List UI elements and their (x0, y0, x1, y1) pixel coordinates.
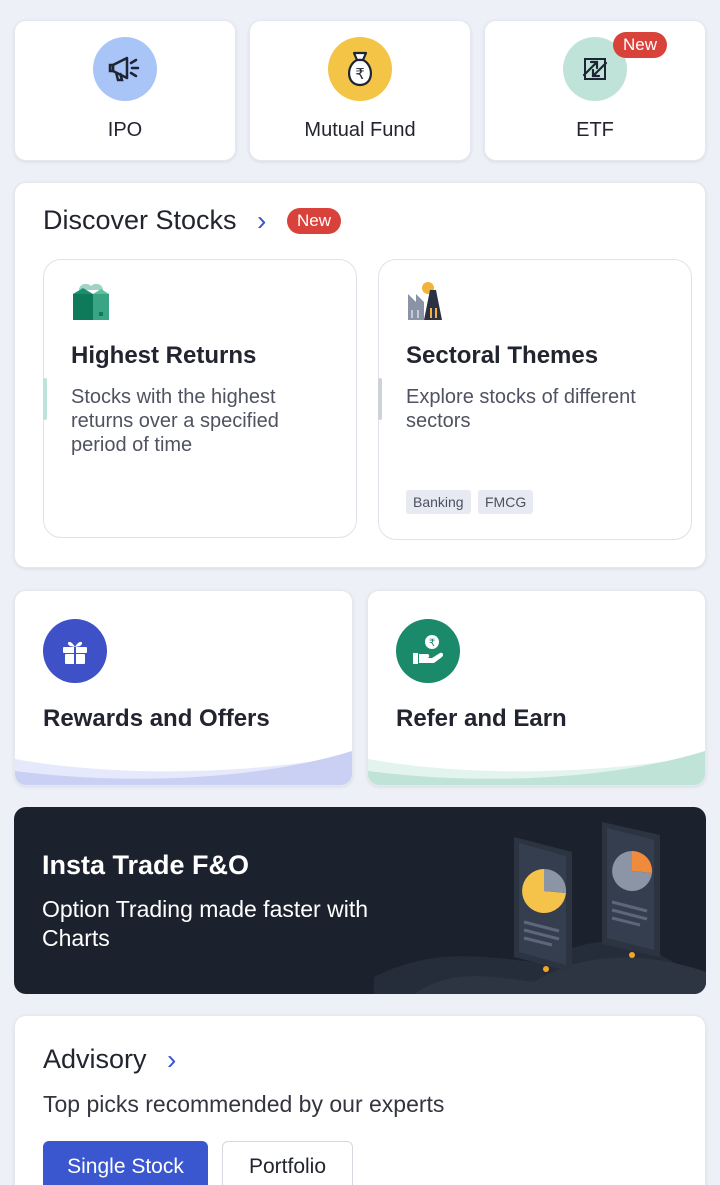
tag-fmcg[interactable]: FMCG (478, 490, 534, 514)
building-icon (71, 280, 111, 327)
card-scroll-marker (378, 378, 382, 420)
tab-portfolio[interactable]: Portfolio (222, 1141, 353, 1185)
advisory-card: Advisory › Top picks recommended by our … (14, 1015, 706, 1185)
advisory-title[interactable]: Advisory (43, 1044, 147, 1075)
etf-label: ETF (576, 119, 614, 141)
discover-stocks-card: Discover Stocks › New Highest Returns St… (14, 182, 706, 568)
chevron-right-icon[interactable]: › (257, 205, 266, 237)
discover-stocks-title[interactable]: Discover Stocks (43, 205, 237, 236)
insta-trade-banner[interactable]: Insta Trade F&O Option Trading made fast… (14, 807, 706, 994)
insta-trade-title: Insta Trade F&O (42, 850, 250, 880)
money-bag-icon: ₹ (328, 37, 392, 101)
tab-single-stock[interactable]: Single Stock (43, 1141, 208, 1185)
megaphone-icon (93, 37, 157, 101)
ipo-tile[interactable]: IPO (14, 20, 236, 161)
etf-new-badge: New (613, 32, 668, 58)
rewards-and-offers-card[interactable]: Rewards and Offers (14, 590, 353, 786)
tag-banking[interactable]: Banking (406, 490, 471, 514)
mutual-fund-label: Mutual Fund (304, 119, 416, 141)
highest-returns-title: Highest Returns (71, 342, 257, 369)
refer-and-earn-card[interactable]: ₹ Refer and Earn (367, 590, 706, 786)
etf-tile[interactable]: New ETF (484, 20, 706, 161)
card-scroll-marker (43, 378, 47, 420)
chart-illustration-icon (374, 822, 706, 994)
chevron-right-icon[interactable]: › (167, 1044, 176, 1076)
sectoral-themes-card[interactable]: Sectoral Themes Explore stocks of differ… (378, 259, 692, 540)
discover-new-badge: New (287, 208, 342, 234)
svg-text:₹: ₹ (355, 65, 365, 83)
highest-returns-card[interactable]: Highest Returns Stocks with the highest … (43, 259, 357, 538)
sectoral-themes-desc: Explore stocks of different sectors (406, 386, 636, 432)
refer-label: Refer and Earn (396, 705, 567, 732)
decorative-wave (15, 751, 352, 785)
insta-trade-subtitle: Option Trading made faster with Charts (42, 896, 368, 951)
svg-text:₹: ₹ (429, 638, 435, 649)
hand-rupee-icon: ₹ (396, 619, 460, 683)
highest-returns-desc: Stocks with the highest returns over a s… (71, 386, 279, 456)
ipo-label: IPO (107, 119, 143, 141)
rewards-label: Rewards and Offers (43, 705, 270, 732)
decorative-wave (368, 751, 705, 785)
industry-icon (406, 280, 448, 327)
mutual-fund-tile[interactable]: ₹ Mutual Fund (249, 20, 471, 161)
sectoral-themes-title: Sectoral Themes (406, 342, 599, 369)
gift-icon (43, 619, 107, 683)
advisory-subtitle: Top picks recommended by our experts (43, 1091, 445, 1117)
